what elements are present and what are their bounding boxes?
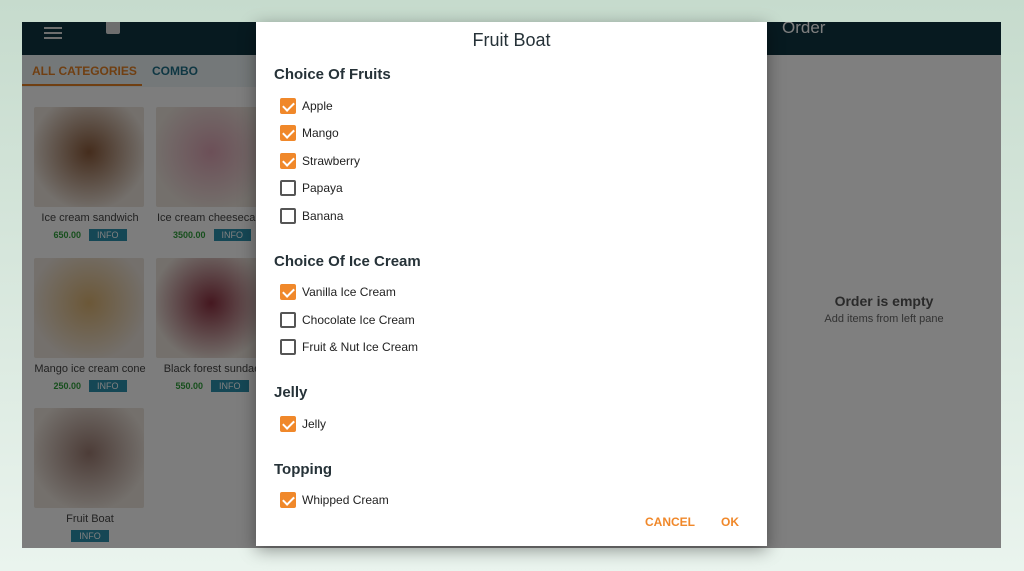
options-dialog: Fruit Boat Choice Of Fruits Apple Mango Str… bbox=[256, 22, 767, 546]
section-title: Choice Of Ice Cream bbox=[274, 252, 421, 270]
checkbox-checked-icon[interactable] bbox=[280, 415, 296, 432]
option-sections: Choice Of Fruits Apple Mango Strawberry Papa… bbox=[274, 65, 421, 536]
option-label: Whipped Cream bbox=[302, 493, 389, 508]
option-label: Papaya bbox=[302, 181, 343, 196]
checkbox-checked-icon[interactable] bbox=[280, 152, 296, 169]
option-checkbox-row[interactable]: Vanilla Ice Cream bbox=[274, 279, 421, 307]
option-section: Choice Of Fruits Apple Mango Strawberry Papa… bbox=[274, 65, 421, 230]
checkbox-unchecked-icon[interactable] bbox=[280, 180, 296, 197]
option-checkbox-row[interactable]: Chocolate Ice Cream bbox=[274, 306, 421, 334]
section-title: Jelly bbox=[274, 384, 308, 401]
checkbox-checked-icon[interactable] bbox=[280, 284, 296, 301]
option-checkbox-row[interactable]: Papaya bbox=[274, 175, 421, 203]
checkbox-unchecked-icon[interactable] bbox=[280, 207, 296, 224]
option-label: Apple bbox=[302, 98, 333, 113]
option-checkbox-row[interactable]: Fruit & Nut Ice Cream bbox=[274, 334, 421, 362]
checkbox-unchecked-icon[interactable] bbox=[280, 311, 296, 328]
checkbox-checked-icon[interactable] bbox=[280, 97, 296, 114]
option-label: Vanilla Ice Cream bbox=[302, 285, 396, 300]
dialog-title: Fruit Boat bbox=[472, 30, 551, 50]
option-label: Mango bbox=[302, 126, 339, 141]
option-checkbox-row[interactable]: Mango bbox=[274, 120, 421, 148]
option-section: Jelly Jelly bbox=[274, 383, 421, 438]
option-checkbox-row[interactable]: Whipped Cream bbox=[274, 487, 421, 515]
cancel-button[interactable]: CANCEL bbox=[645, 515, 695, 529]
checkbox-checked-icon[interactable] bbox=[280, 125, 296, 142]
option-label: Jelly bbox=[302, 416, 327, 431]
ok-button[interactable]: OK bbox=[721, 515, 739, 529]
option-checkbox-row[interactable]: Apple bbox=[274, 92, 421, 120]
option-checkbox-row[interactable]: Banana bbox=[274, 202, 421, 230]
checkbox-checked-icon[interactable] bbox=[280, 492, 296, 509]
option-section: Choice Of Ice Cream Vanilla Ice Cream Choc… bbox=[274, 252, 421, 362]
option-label: Strawberry bbox=[302, 153, 361, 168]
option-checkbox-row[interactable]: Jelly bbox=[274, 410, 421, 438]
option-label: Chocolate Ice Cream bbox=[302, 312, 415, 327]
option-label: Banana bbox=[302, 208, 344, 223]
option-checkbox-row[interactable]: Strawberry bbox=[274, 147, 421, 175]
option-label: Fruit & Nut Ice Cream bbox=[302, 340, 419, 355]
section-title: Choice Of Fruits bbox=[274, 66, 391, 83]
checkbox-unchecked-icon[interactable] bbox=[280, 339, 296, 356]
section-title: Topping bbox=[274, 460, 333, 478]
option-section: Topping Whipped Cream bbox=[274, 460, 421, 515]
